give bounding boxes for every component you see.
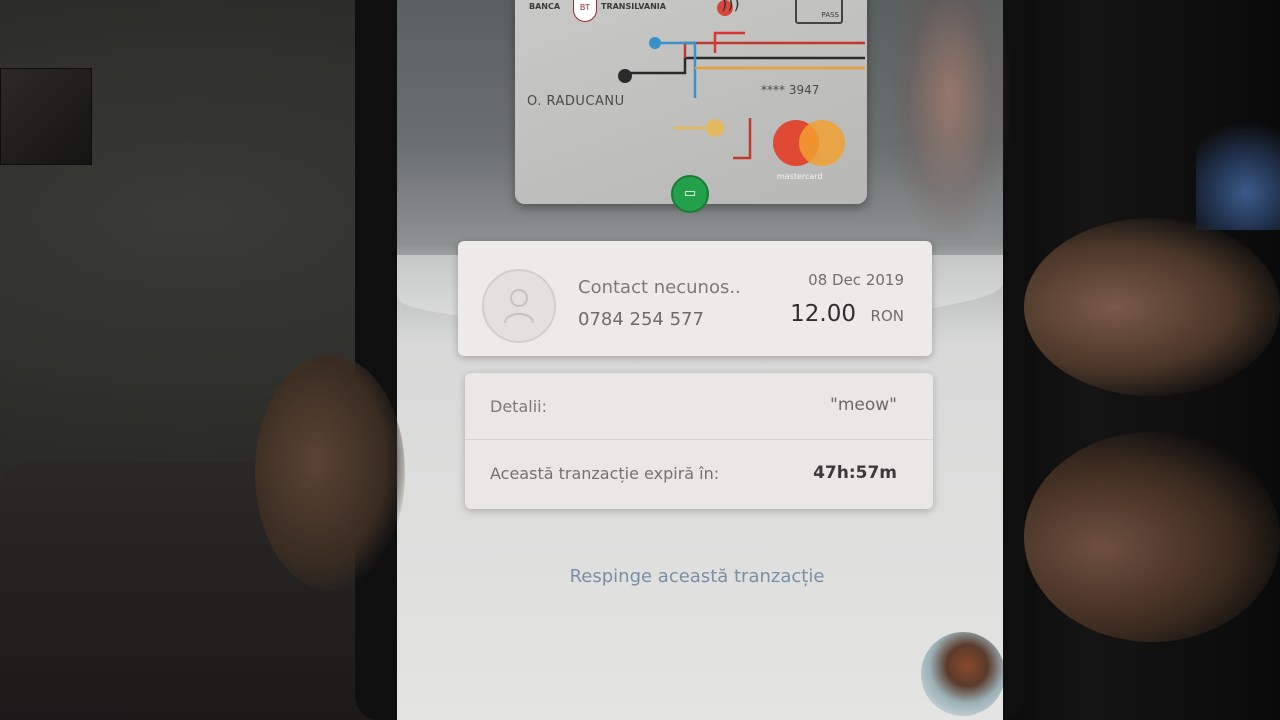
reject-transaction-link[interactable]: Respinge această tranzacție — [570, 566, 825, 587]
background-light — [1196, 105, 1280, 230]
bank-name-right: TRANSILVANIA — [601, 2, 666, 11]
reject-transaction-row: Respinge această tranzacție — [397, 566, 997, 587]
finger-left — [255, 355, 405, 590]
finger-right-lower — [1024, 432, 1280, 642]
bank-card[interactable]: BANCA BT TRANSILVANIA ))) PASS O. RADUCA… — [515, 0, 867, 204]
transaction-date: 08 Dec 2019 — [808, 271, 904, 289]
details-row: Detalii: "meow" — [465, 373, 933, 440]
transaction-card: Contact necunos.. 0784 254 577 08 Dec 20… — [458, 241, 932, 356]
contact-name: Contact necunos.. — [578, 277, 741, 298]
mastercard-label: mastercard — [777, 172, 823, 181]
expiry-value: 47h:57m — [813, 463, 897, 483]
contact-phone: 0784 254 577 — [578, 309, 704, 330]
finger-top — [890, 0, 1010, 240]
expiry-row: Această tranzacție expiră în: 47h:57m — [465, 440, 933, 506]
transaction-amount: 12.00 — [790, 301, 856, 327]
finger-right-upper — [1024, 218, 1280, 396]
details-label: Detalii: — [490, 397, 547, 416]
transaction-currency: RON — [870, 307, 904, 325]
contact-avatar-icon — [482, 269, 556, 343]
contactless-icon: ))) — [721, 0, 740, 13]
details-card: Detalii: "meow" Această tranzacție expir… — [465, 373, 933, 509]
wall-picture — [0, 68, 92, 165]
card-holder-name: O. RADUCANU — [527, 94, 625, 109]
pass-label: PASS — [821, 11, 839, 19]
mastercard-logo-yellow — [799, 120, 845, 166]
profile-avatar[interactable] — [921, 632, 1003, 716]
details-value: "meow" — [830, 395, 897, 415]
expiry-label: Această tranzacție expiră în: — [490, 464, 720, 483]
bank-name-left: BANCA — [529, 2, 561, 11]
card-number: **** 3947 — [761, 83, 820, 97]
card-pass-icon: PASS — [795, 0, 843, 24]
green-cash-icon[interactable]: ▭ — [671, 175, 709, 213]
